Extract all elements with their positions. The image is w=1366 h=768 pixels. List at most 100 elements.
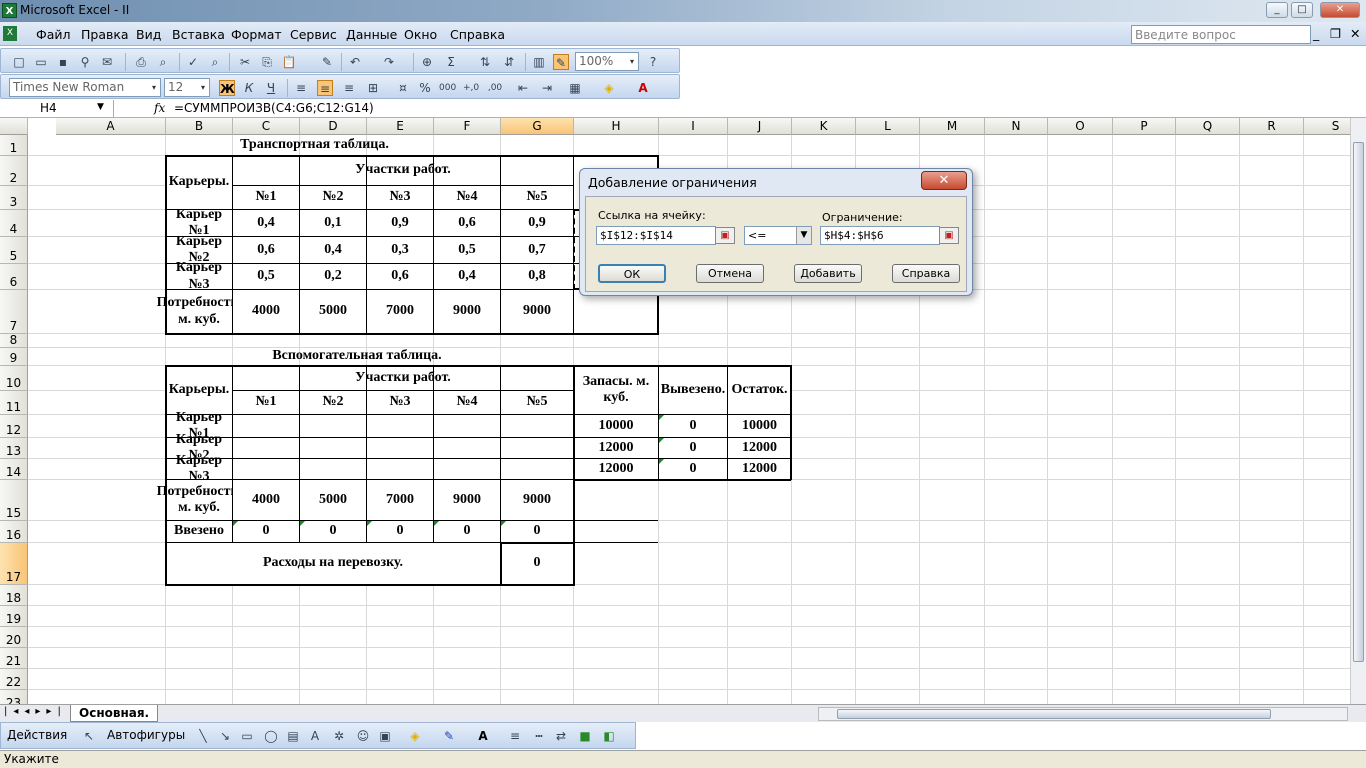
t2-plan-cell[interactable] [233, 415, 299, 437]
draw-actions-menu[interactable]: Действия [7, 728, 67, 742]
t2-need-cell[interactable]: 9000 [501, 480, 573, 520]
doc-restore-button[interactable]: ❐ [1330, 26, 1341, 41]
t1-cost-cell[interactable]: 0,4 [434, 264, 500, 289]
t2-site-number[interactable]: №3 [367, 391, 433, 414]
t2-stock-cell[interactable]: 12000 [574, 459, 658, 479]
row-header[interactable]: 1 [0, 135, 28, 156]
menu-window[interactable]: Окно [404, 27, 437, 42]
vertical-scroll-thumb[interactable] [1353, 142, 1364, 662]
t2-imported-cell[interactable]: 0 [434, 521, 500, 542]
print-icon[interactable]: ⎙ [133, 54, 149, 70]
research-icon[interactable]: ⌕ [207, 54, 223, 70]
close-window-button[interactable]: ✕ [1320, 2, 1360, 18]
t2-cost-label[interactable]: Расходы на перевозку. [166, 543, 500, 584]
t2-need-cell[interactable]: 7000 [367, 480, 433, 520]
dash-style-icon[interactable]: ┅ [531, 728, 547, 744]
diagram-icon[interactable]: ✲ [331, 728, 347, 744]
dialog-help-button[interactable]: Справка [892, 264, 960, 283]
t2-exported-cell[interactable]: 0 [659, 415, 727, 437]
t1-need-cell[interactable]: 4000 [233, 290, 299, 333]
row-header[interactable]: 19 [0, 606, 28, 627]
menu-tools[interactable]: Сервис [290, 27, 337, 42]
vertical-scrollbar[interactable] [1350, 118, 1366, 704]
column-header[interactable]: C [233, 118, 300, 135]
t2-sites-header[interactable]: Участки работ. [233, 366, 573, 390]
font-name-combo[interactable]: Times New Roman ▾ [9, 78, 161, 97]
t2-site-number[interactable]: №4 [434, 391, 500, 414]
t2-imported-cell[interactable]: 0 [367, 521, 433, 542]
t1-empty-cell[interactable] [574, 290, 658, 333]
decrease-decimal-icon[interactable]: ,00 [487, 80, 503, 96]
t2-imported-cell[interactable]: 0 [233, 521, 299, 542]
constraint-input[interactable]: $H$4:$H$6 [820, 226, 940, 245]
minimize-button[interactable]: _ [1266, 2, 1288, 18]
autosum-icon[interactable]: Σ [443, 54, 459, 70]
t1-career-name[interactable]: Карьер №2 [166, 234, 232, 265]
t2-plan-cell[interactable] [367, 415, 433, 437]
line-icon[interactable]: ╲ [195, 728, 211, 744]
t2-rest-header[interactable]: Остаток. [728, 366, 791, 414]
column-header[interactable]: S [1304, 118, 1350, 135]
t1-cost-cell[interactable]: 0,9 [501, 210, 573, 236]
row-header[interactable]: 16 [0, 521, 28, 543]
sheet-tab-main[interactable]: Основная. [70, 705, 159, 722]
redo-icon[interactable]: ↷ [381, 54, 397, 70]
cancel-button[interactable]: Отмена [696, 264, 764, 283]
t1-need-label[interactable]: Потребность. м. куб. [157, 290, 241, 333]
menu-data[interactable]: Данные [346, 27, 397, 42]
currency-icon[interactable]: ¤ [395, 80, 411, 96]
t2-need-cell[interactable]: 5000 [300, 480, 366, 520]
row-header[interactable]: 11 [0, 391, 28, 415]
increase-decimal-icon[interactable]: +,0 [463, 80, 479, 96]
row-header[interactable]: 10 [0, 366, 28, 391]
t1-site-number[interactable]: №5 [501, 186, 573, 209]
formula-input[interactable]: =СУММПРОИЗВ(C4:G6;C12:G14) [174, 101, 374, 115]
new-icon[interactable]: □ [11, 54, 27, 70]
column-header[interactable]: E [367, 118, 434, 135]
t2-stock-cell[interactable]: 10000 [574, 415, 658, 437]
t2-plan-cell[interactable] [434, 438, 500, 458]
operator-dropdown-icon[interactable]: ▼ [796, 227, 811, 244]
menu-view[interactable]: Вид [136, 27, 161, 42]
column-header[interactable]: F [434, 118, 501, 135]
menu-edit[interactable]: Правка [81, 27, 129, 42]
t2-careers-header[interactable]: Карьеры. [166, 366, 232, 414]
bold-button[interactable]: Ж [219, 80, 235, 96]
column-header[interactable]: I [659, 118, 728, 135]
t2-exported-cell[interactable]: 0 [659, 459, 727, 479]
cell-ref-collapse-icon[interactable]: ▣ [715, 227, 735, 244]
t2-exported-header[interactable]: Вывезено. [659, 366, 727, 414]
t1-career-name[interactable]: Карьер №1 [166, 207, 232, 238]
row-header[interactable]: 7 [0, 290, 28, 334]
drawing-toggle-icon[interactable]: ✎ [553, 54, 569, 70]
column-header[interactable]: M [920, 118, 985, 135]
print-preview-icon[interactable]: ⌕ [155, 54, 171, 70]
shadow-style-icon[interactable]: ■ [577, 728, 593, 744]
t1-need-cell[interactable]: 5000 [300, 290, 366, 333]
copy-icon[interactable]: ⎘ [259, 54, 275, 70]
column-header[interactable]: P [1113, 118, 1176, 135]
t2-site-number[interactable]: №5 [501, 391, 573, 414]
t1-cost-cell[interactable]: 0,7 [501, 237, 573, 263]
t1-cost-cell[interactable]: 0,6 [434, 210, 500, 236]
aux-table-title[interactable]: Вспомогательная таблица. [56, 348, 658, 365]
row-header[interactable]: 12 [0, 415, 28, 438]
email-icon[interactable]: ✉ [99, 54, 115, 70]
t1-site-number[interactable]: №2 [300, 186, 366, 209]
italic-button[interactable]: К [241, 80, 257, 96]
t1-cost-cell[interactable]: 0,6 [367, 264, 433, 289]
t2-plan-cell[interactable] [233, 459, 299, 479]
t2-plan-cell[interactable] [300, 438, 366, 458]
t2-stock-header[interactable]: Запасы. м. куб. [574, 366, 658, 414]
name-box-dropdown-icon[interactable]: ▼ [97, 102, 104, 112]
cell-ref-input[interactable]: $I$12:$I$14 [596, 226, 716, 245]
row-header[interactable]: 17 [0, 543, 28, 585]
row-header[interactable]: 4 [0, 210, 28, 237]
autoshapes-menu[interactable]: Автофигуры [107, 728, 185, 742]
t1-need-cell[interactable]: 7000 [367, 290, 433, 333]
t2-need-label[interactable]: Потребность. м. куб. [157, 480, 241, 520]
t2-career-name[interactable]: Карьер №3 [166, 453, 232, 484]
t2-plan-cell[interactable] [367, 459, 433, 479]
t1-need-cell[interactable]: 9000 [434, 290, 500, 333]
t1-need-cell[interactable]: 9000 [501, 290, 573, 333]
